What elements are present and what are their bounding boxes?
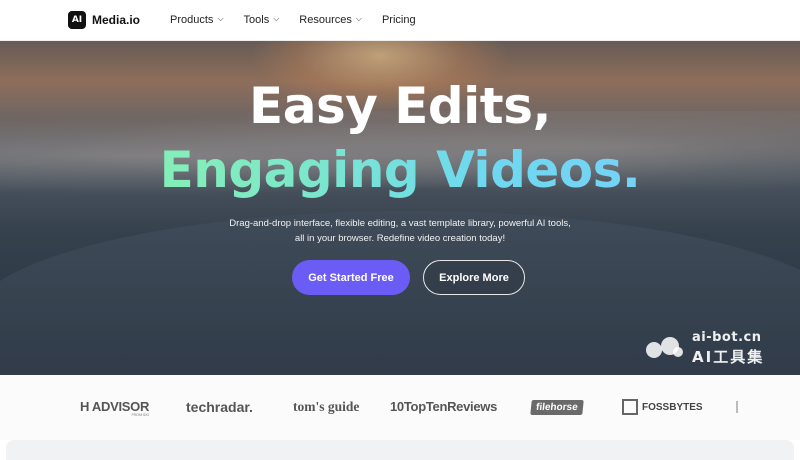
nav-products[interactable]: Products ⌵ <box>170 14 224 26</box>
nav-pricing-label: Pricing <box>381 14 416 26</box>
explore-more-button[interactable]: Explore More <box>423 260 525 295</box>
hero-section: Easy Edits, Engaging Videos. Drag-and-dr… <box>0 41 800 375</box>
hero-title-line2: Engaging Videos. <box>0 140 800 200</box>
press-logo-advisor: H ADVISOR FROM IDG <box>80 399 149 417</box>
logo-mark-icon: AI <box>68 11 86 29</box>
brand-logo[interactable]: AI Media.io <box>68 11 140 29</box>
press-logo-filehorse: filehorse <box>530 400 584 415</box>
next-section-card <box>6 440 794 460</box>
hero-title-line1: Easy Edits, <box>249 77 551 135</box>
press-logo-techradar: techradar. <box>186 399 253 415</box>
nav-pricing[interactable]: Pricing <box>382 14 416 26</box>
toptenreviews-text: TopTenReviews <box>403 399 498 414</box>
press-logos-strip: H ADVISOR FROM IDG techradar. tom's guid… <box>0 375 800 440</box>
watermark-domain: ai-bot.cn <box>692 330 762 345</box>
site-watermark: ai-bot.cn AI工具集 <box>640 328 790 368</box>
chevron-down-icon: ⌵ <box>355 14 362 23</box>
press-logo-toms-guide: tom's guide <box>293 399 360 414</box>
get-started-button[interactable]: Get Started Free <box>292 260 410 295</box>
fossbytes-mark-icon <box>622 399 638 415</box>
chevron-down-icon: ⌵ <box>217 14 224 23</box>
press-logo-toptenreviews: 10TopTenReviews <box>390 399 497 414</box>
chevron-down-icon: ⌵ <box>273 14 280 23</box>
nav-products-label: Products <box>170 14 214 26</box>
watermark-name: AI工具集 <box>692 348 765 366</box>
nav-tools[interactable]: Tools ⌵ <box>244 14 280 26</box>
nav-resources[interactable]: Resources ⌵ <box>299 14 362 26</box>
top-nav: AI Media.io Products ⌵ Tools ⌵ Resources… <box>0 0 800 41</box>
robot-icon <box>646 337 683 358</box>
press-logo-cutoff <box>736 401 738 413</box>
brand-name: Media.io <box>92 13 141 27</box>
nav-resources-label: Resources <box>299 14 352 26</box>
press-logo-fossbytes: FOSSBYTES <box>622 399 703 415</box>
nav-tools-label: Tools <box>243 14 270 26</box>
toptenreviews-number: 10 <box>390 399 404 414</box>
hero-subtitle: Drag-and-drop interface, flexible editin… <box>229 218 571 244</box>
fossbytes-text: FOSSBYTES <box>642 401 703 413</box>
